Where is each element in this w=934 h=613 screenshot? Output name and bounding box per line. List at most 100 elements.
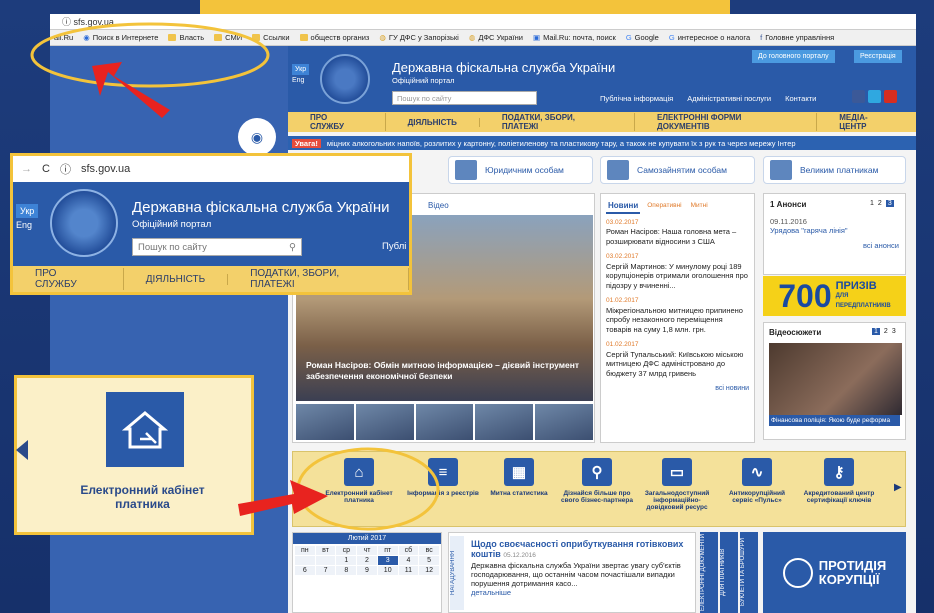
alert-text[interactable]: міцних алкогольних напоїв, розлитих у ка… <box>327 139 796 148</box>
bookmark-item[interactable]: Gинтересное о налога <box>669 33 750 42</box>
calendar-day[interactable]: 5 <box>419 556 439 565</box>
calendar-day[interactable]: 9 <box>357 566 377 575</box>
calendar-day[interactable]: 1 <box>336 556 357 565</box>
category-large-taxpayers[interactable]: Великим платникам <box>763 156 906 184</box>
public-info-link[interactable]: Публічна інформація <box>600 94 673 103</box>
service-e-cabinet[interactable]: ⌂ Електронний кабінет платника <box>322 458 396 504</box>
menu-media[interactable]: МЕДІА-ЦЕНТР <box>817 113 916 131</box>
service-customs-stats[interactable]: ▦ Митна статистика <box>482 458 556 497</box>
tab-video[interactable]: Відео <box>428 201 449 210</box>
page-1[interactable]: 1 <box>870 200 874 207</box>
calendar-day[interactable]: 10 <box>377 566 398 575</box>
announcement-link[interactable]: Урядова "гаряча лінія" <box>770 226 899 235</box>
news-thumbnail[interactable] <box>535 404 593 440</box>
reminder-title[interactable]: Щодо своєчасності оприбуткування готівко… <box>471 539 687 561</box>
bookmark-item[interactable]: ail.Ru <box>54 33 73 42</box>
calendar-day[interactable]: 3 <box>377 556 398 565</box>
calendar-day[interactable]: 2 <box>357 556 377 565</box>
zoomed-lang-eng[interactable]: Eng <box>16 220 32 230</box>
admin-services-link[interactable]: Адміністративні послуги <box>687 94 771 103</box>
lang-eng[interactable]: Eng <box>292 77 304 84</box>
calendar-day[interactable]: 8 <box>336 566 357 575</box>
e-documents-tab[interactable]: ЕЛЕКТРОННІ ДОКУМЕНТИ <box>700 532 718 613</box>
bookmark-item[interactable]: ◍ ДФС України <box>469 33 523 42</box>
reload-icon[interactable]: C <box>42 163 50 175</box>
page-3[interactable]: 3 <box>892 328 896 335</box>
zoomed-public-info-link[interactable]: Публі <box>382 241 406 252</box>
calendar-day[interactable]: 7 <box>315 566 336 575</box>
back-icon[interactable]: → <box>21 163 32 175</box>
news-thumbnail[interactable] <box>355 404 414 440</box>
news-thumbnail[interactable] <box>415 404 474 440</box>
menu-eforms[interactable]: ЕЛЕКТРОННІ ФОРМИ ДОКУМЕНТІВ <box>635 113 818 131</box>
page-2[interactable]: 2 <box>878 200 882 207</box>
twitter-icon[interactable] <box>868 90 881 103</box>
bookmark-item[interactable]: СМИ <box>214 33 242 42</box>
news-thumbnail[interactable] <box>296 404 354 440</box>
calendar-day[interactable]: 6 <box>295 566 315 575</box>
list-item[interactable]: 01.02.2017 Міжрегіональною митницею припи… <box>606 296 749 334</box>
list-item[interactable]: 03.02.2017 Роман Насіров: Наша головна ме… <box>606 218 749 247</box>
tab-news[interactable]: Новини <box>606 200 641 214</box>
menu-taxes[interactable]: ПОДАТКИ, ЗБОРИ, ПЛАТЕЖІ <box>480 113 636 131</box>
reminder-more-link[interactable]: детальніше <box>471 588 687 597</box>
all-news-link[interactable]: всі новини <box>606 384 749 394</box>
eye-icon[interactable]: ◉ <box>238 118 276 156</box>
video-caption[interactable]: Фінансова поліція: Якою буде реформа <box>769 415 900 426</box>
zoomed-address-bar[interactable]: → C ⓘ sfs.gov.ua <box>13 156 409 182</box>
tab-operative[interactable]: Оперативні <box>645 200 683 214</box>
bookmark-item[interactable]: Ссылки <box>252 33 290 42</box>
menu-about[interactable]: ПРО СЛУЖБУ <box>288 113 386 131</box>
service-business-partner[interactable]: ⚲ Дізнайся більше про свого бізнес-партне… <box>560 458 634 504</box>
all-announcements-link[interactable]: всі анонси <box>770 241 899 250</box>
service-info-resource[interactable]: ▭ Загальнодоступний інформаційно-довідков… <box>640 458 714 511</box>
list-item[interactable]: 03.02.2017 Сергій Мартинов: У минулому ро… <box>606 252 749 290</box>
zoomed-menu-activity[interactable]: ДІЯЛЬНІСТЬ <box>124 273 229 285</box>
bookmark-item[interactable]: ◉ Поиск в Интернете <box>83 33 158 42</box>
category-self-employed[interactable]: Самозайнятим особам <box>600 156 755 184</box>
bookmark-item[interactable]: G Google <box>626 33 659 42</box>
search-input[interactable]: Пошук по сайту <box>392 91 537 105</box>
calendar-day[interactable]: 4 <box>398 556 419 565</box>
booklets-tab[interactable]: БУКЛЕТИ ТА БРОШУРИ <box>740 532 758 613</box>
register-button[interactable]: Реєстрація <box>854 50 902 63</box>
page-2[interactable]: 2 <box>884 328 888 335</box>
youtube-icon[interactable] <box>884 90 897 103</box>
for-taxpayers-tab[interactable]: ДЛЯ ПЛАТНИКІВ <box>720 532 738 613</box>
service-key-certification[interactable]: ⚷ Акредитований центр сертифікації ключів <box>802 458 876 504</box>
address-bar[interactable]: ⓘ sfs.gov.ua <box>50 14 916 30</box>
video-thumbnail[interactable] <box>769 343 902 415</box>
menu-activity[interactable]: ДІЯЛЬНІСТЬ <box>386 117 480 127</box>
calendar-day[interactable]: 12 <box>419 566 439 575</box>
zoomed-search-input[interactable]: Пошук по сайту ⚲ <box>132 238 302 256</box>
promo-banner[interactable]: 700 ПРИЗІВ ДЛЯ ПЕРЕДПЛАТНИКІВ <box>763 276 906 316</box>
news-thumbnail[interactable] <box>475 404 534 440</box>
service-anticorruption[interactable]: ∿ Антикорупційний сервіс «Пульс» <box>720 458 794 504</box>
category-legal-entities[interactable]: Юридичним особам <box>448 156 593 184</box>
bookmark-item[interactable]: f Головне управління <box>760 33 834 42</box>
bookmark-item[interactable]: ▣ Mail.Ru: почта, поиск <box>533 33 616 42</box>
zoomed-menu-taxes[interactable]: ПОДАТКИ, ЗБОРИ, ПЛАТЕЖІ <box>228 268 409 290</box>
site-logo-emblem[interactable] <box>320 54 370 104</box>
zoomed-site-logo[interactable] <box>50 189 118 257</box>
list-item[interactable]: 01.02.2017 Сергій Тупальський: Київською … <box>606 340 749 378</box>
calendar-month[interactable]: Лютий 2017 <box>293 533 441 544</box>
facebook-icon[interactable] <box>852 90 865 103</box>
bookmark-item[interactable]: обществ организ <box>299 33 369 42</box>
main-news-caption[interactable]: Роман Насіров: Обмін митною інформацією … <box>306 360 591 382</box>
lang-ukr[interactable]: Укр <box>292 64 310 75</box>
zoomed-menu-about[interactable]: ПРО СЛУЖБУ <box>13 268 124 290</box>
zoomed-lang-ukr[interactable]: Укр <box>16 204 39 218</box>
contacts-link[interactable]: Контакти <box>785 94 816 103</box>
page-3[interactable]: 3 <box>885 200 894 207</box>
page-1[interactable]: 1 <box>872 328 880 335</box>
tab-customs[interactable]: Митні <box>689 200 710 214</box>
anticorruption-banner[interactable]: ПРОТИДІЯ КОРУПЦІЇ <box>763 532 906 613</box>
bookmark-item[interactable]: ◍ ГУ ДФС у Запорізькі <box>379 33 458 42</box>
service-registries[interactable]: ≡ Інформація з реєстрів <box>406 458 480 497</box>
chevron-right-icon[interactable]: ▶ <box>894 482 904 493</box>
main-portal-button[interactable]: До головного порталу <box>752 50 835 63</box>
bookmark-item[interactable]: Власть <box>168 33 204 42</box>
calendar-day[interactable]: 11 <box>398 566 419 575</box>
chevron-left-icon[interactable] <box>16 440 28 460</box>
